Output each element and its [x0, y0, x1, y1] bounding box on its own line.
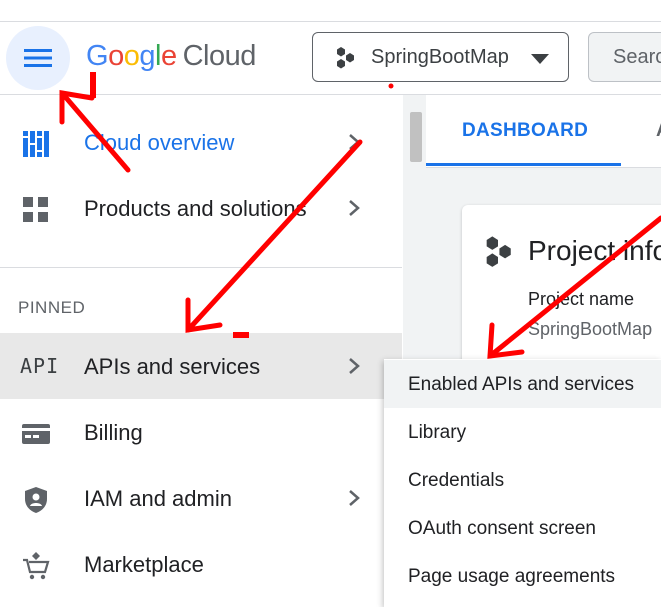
submenu-item-page-usage-agreements[interactable]: Page usage agreements: [384, 552, 661, 600]
submenu-item-library[interactable]: Library: [384, 408, 661, 456]
project-hexagons-icon: [486, 236, 511, 267]
sidebar-item-billing[interactable]: Billing: [0, 399, 402, 465]
api-icon: API: [20, 354, 60, 378]
shield-icon: [25, 487, 47, 513]
project-hexagons-icon: [337, 47, 354, 69]
sidebar-item-label: Cloud overview: [84, 130, 235, 155]
project-name-label: Project name: [528, 289, 635, 309]
sidebar-divider: [0, 267, 402, 268]
sidebar-item-label: Marketplace: [84, 552, 204, 577]
sidebar-item-products-and-solutions[interactable]: Products and solutions: [0, 175, 402, 241]
dropdown-arrow-icon: [531, 54, 549, 64]
navigation-sidebar: Cloud overview Products and solutions PI…: [0, 95, 402, 607]
sidebar-item-iam-and-admin[interactable]: IAM and admin: [0, 465, 402, 531]
search-placeholder: Search: [613, 46, 661, 68]
main-menu-button[interactable]: [6, 26, 70, 90]
tab-bar: DASHBOARD A: [426, 95, 661, 168]
grid-icon: [23, 197, 48, 222]
card-title: Project info: [528, 235, 661, 266]
chevron-right-icon: [349, 134, 360, 150]
tab-activity[interactable]: A: [656, 120, 661, 142]
active-tab-indicator: [426, 163, 621, 166]
billing-card-icon: [22, 424, 50, 444]
sidebar-item-label: IAM and admin: [84, 486, 232, 511]
chevron-right-icon: [349, 358, 360, 374]
chevron-right-icon: [349, 200, 360, 216]
submenu-item-oauth-consent-screen[interactable]: OAuth consent screen: [384, 504, 661, 552]
sidebar-item-label: Billing: [84, 420, 143, 445]
apis-submenu: Enabled APIs and services Library Creden…: [384, 359, 661, 607]
dashboard-icon: [23, 131, 49, 157]
sidebar-item-marketplace[interactable]: Marketplace: [0, 531, 402, 597]
pinned-section-label: PINNED: [18, 298, 86, 317]
submenu-item-enabled-apis[interactable]: Enabled APIs and services: [384, 360, 661, 408]
scrollbar-thumb[interactable]: [410, 112, 422, 162]
sidebar-item-cloud-overview[interactable]: Cloud overview: [0, 109, 402, 175]
top-bar: GoogleCloud SpringBootMap Search: [0, 22, 661, 95]
project-picker-button[interactable]: SpringBootMap: [312, 32, 569, 82]
sidebar-item-label: APIs and services: [84, 354, 261, 379]
sidebar-item-apis-and-services[interactable]: API APIs and services: [0, 333, 402, 399]
submenu-item-credentials[interactable]: Credentials: [384, 456, 661, 504]
chevron-right-icon: [349, 490, 360, 506]
tab-dashboard[interactable]: DASHBOARD: [462, 120, 588, 142]
cart-icon: [23, 552, 50, 580]
project-name-value: SpringBootMap: [528, 319, 653, 339]
sidebar-item-label: Products and solutions: [84, 196, 307, 221]
hamburger-menu-icon: [24, 49, 52, 67]
search-box[interactable]: Search: [588, 32, 661, 82]
project-name: SpringBootMap: [371, 46, 509, 68]
google-cloud-logo[interactable]: Google Cloud: [86, 40, 256, 73]
